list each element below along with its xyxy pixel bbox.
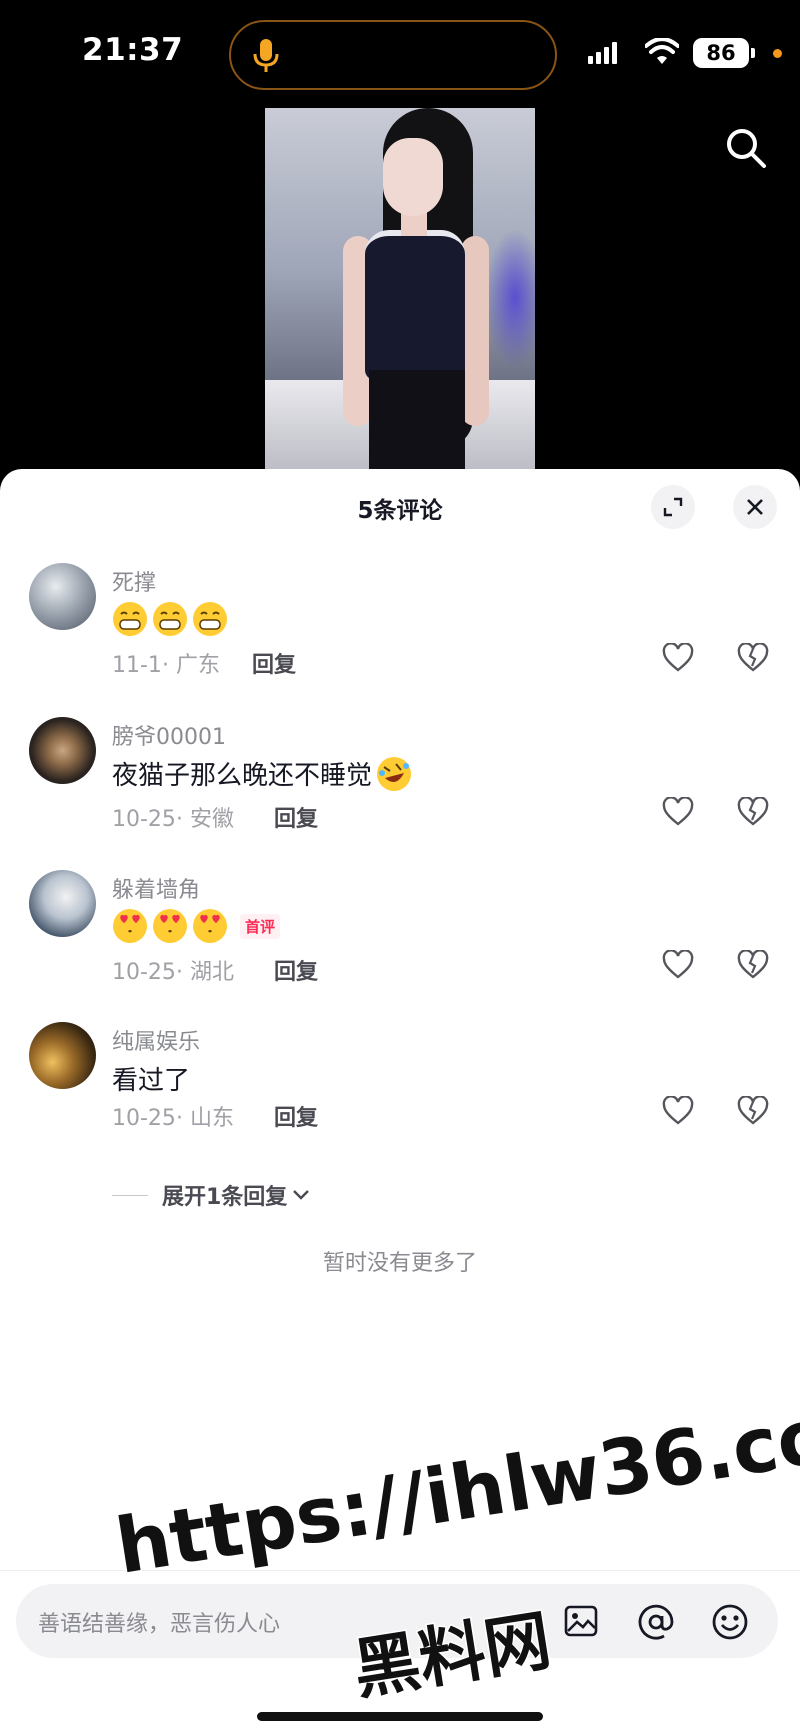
close-sheet-button[interactable] [733, 485, 777, 529]
comment-meta: 11-1· 广东 [112, 653, 220, 678]
comment-date: 10-25 [112, 1106, 176, 1131]
comment-meta: 10-25· 山东 [112, 1106, 234, 1131]
close-icon [747, 499, 763, 515]
comment-region: 湖北 [189, 960, 234, 985]
heart-eyes-emoji-icon [113, 909, 147, 943]
avatar[interactable] [29, 563, 96, 630]
comment-item: 纯属娱乐 看过了 10-25· 山东 回复 [0, 1022, 800, 1162]
avatar[interactable] [29, 717, 96, 784]
search-icon[interactable] [725, 127, 767, 169]
comment-date: 10-25 [112, 960, 176, 985]
first-comment-badge: 首评 [240, 913, 281, 939]
status-bar: 21:37 86 [0, 0, 800, 110]
comment-text: 夜猫子那么晚还不睡觉 [112, 755, 412, 792]
comment-username[interactable]: 膀爷00001 [112, 719, 226, 751]
broken-heart-icon[interactable] [737, 797, 769, 827]
avatar[interactable] [29, 870, 96, 937]
comment-username[interactable]: 死撑 [112, 565, 156, 597]
expand-sheet-button[interactable] [651, 485, 695, 529]
comment-region: 广东 [175, 653, 220, 678]
broken-heart-icon[interactable] [737, 643, 769, 673]
comment-body: 夜猫子那么晚还不睡觉 [112, 761, 373, 791]
reply-button[interactable]: 回复 [274, 1100, 318, 1132]
comment-item: 躲着墙角 首评 10-25· 湖北 回复 [0, 870, 800, 1010]
video-thumbnail[interactable] [265, 108, 535, 470]
emoji-icon[interactable] [711, 1603, 749, 1641]
comment-date: 11-1 [112, 653, 162, 678]
heart-eyes-emoji-icon [153, 909, 187, 943]
comment-text: 首评 [112, 908, 281, 944]
comment-input-placeholder: 善语结善缘，恶言伤人心 [38, 1612, 281, 1637]
home-indicator[interactable] [257, 1712, 543, 1721]
grin-emoji-icon [113, 602, 147, 636]
comment-meta: 10-25· 湖北 [112, 960, 234, 985]
comment-region: 山东 [189, 1106, 234, 1131]
comment-date: 10-25 [112, 807, 176, 832]
mention-icon[interactable] [637, 1603, 675, 1641]
broken-heart-icon[interactable] [737, 1096, 769, 1126]
heart-icon[interactable] [662, 643, 694, 673]
reply-button[interactable]: 回复 [274, 954, 318, 986]
comment-region: 安徽 [189, 807, 234, 832]
cellular-signal-icon [588, 40, 617, 64]
chevron-down-icon [293, 1190, 310, 1200]
expand-divider [112, 1194, 148, 1196]
reply-button[interactable]: 回复 [252, 647, 296, 679]
dynamic-island [229, 20, 557, 90]
grin-emoji-icon [193, 602, 227, 636]
video-torso [365, 230, 465, 380]
battery-tip [751, 48, 755, 58]
heart-icon[interactable] [662, 1096, 694, 1126]
comment-text [112, 601, 228, 637]
video-arm-right [461, 236, 489, 426]
video-shorts [369, 370, 465, 470]
comment-body: 看过了 [112, 1066, 191, 1096]
expand-icon [663, 497, 683, 517]
comment-text: 看过了 [112, 1060, 190, 1097]
reply-button[interactable]: 回复 [274, 801, 318, 833]
no-more-comments: 暂时没有更多了 [322, 1251, 477, 1276]
wifi-icon [645, 38, 679, 64]
broken-heart-icon[interactable] [737, 950, 769, 980]
microphone-icon [253, 39, 279, 72]
image-icon[interactable] [563, 1603, 599, 1639]
comment-username[interactable]: 纯属娱乐 [112, 1024, 200, 1056]
comment-meta: 10-25· 安徽 [112, 807, 234, 832]
expand-replies-label: 展开1条回复 [162, 1185, 288, 1210]
heart-icon[interactable] [662, 797, 694, 827]
rofl-emoji-icon [377, 756, 412, 791]
video-face [383, 138, 443, 216]
battery-level: 86 [693, 38, 749, 68]
expand-replies-button[interactable]: 展开1条回复 [112, 1179, 311, 1211]
grin-emoji-icon [153, 602, 187, 636]
privacy-indicator-dot [773, 49, 782, 58]
video-light [485, 228, 535, 368]
comment-username[interactable]: 躲着墙角 [112, 872, 200, 904]
heart-icon[interactable] [662, 950, 694, 980]
status-time: 21:37 [82, 32, 184, 68]
avatar[interactable] [29, 1022, 96, 1089]
heart-eyes-emoji-icon [193, 909, 227, 943]
comment-item: 死撑 11-1· 广东 回复 [0, 563, 800, 703]
comment-item: 膀爷00001 夜猫子那么晚还不睡觉 10-25· 安徽 回复 [0, 717, 800, 857]
